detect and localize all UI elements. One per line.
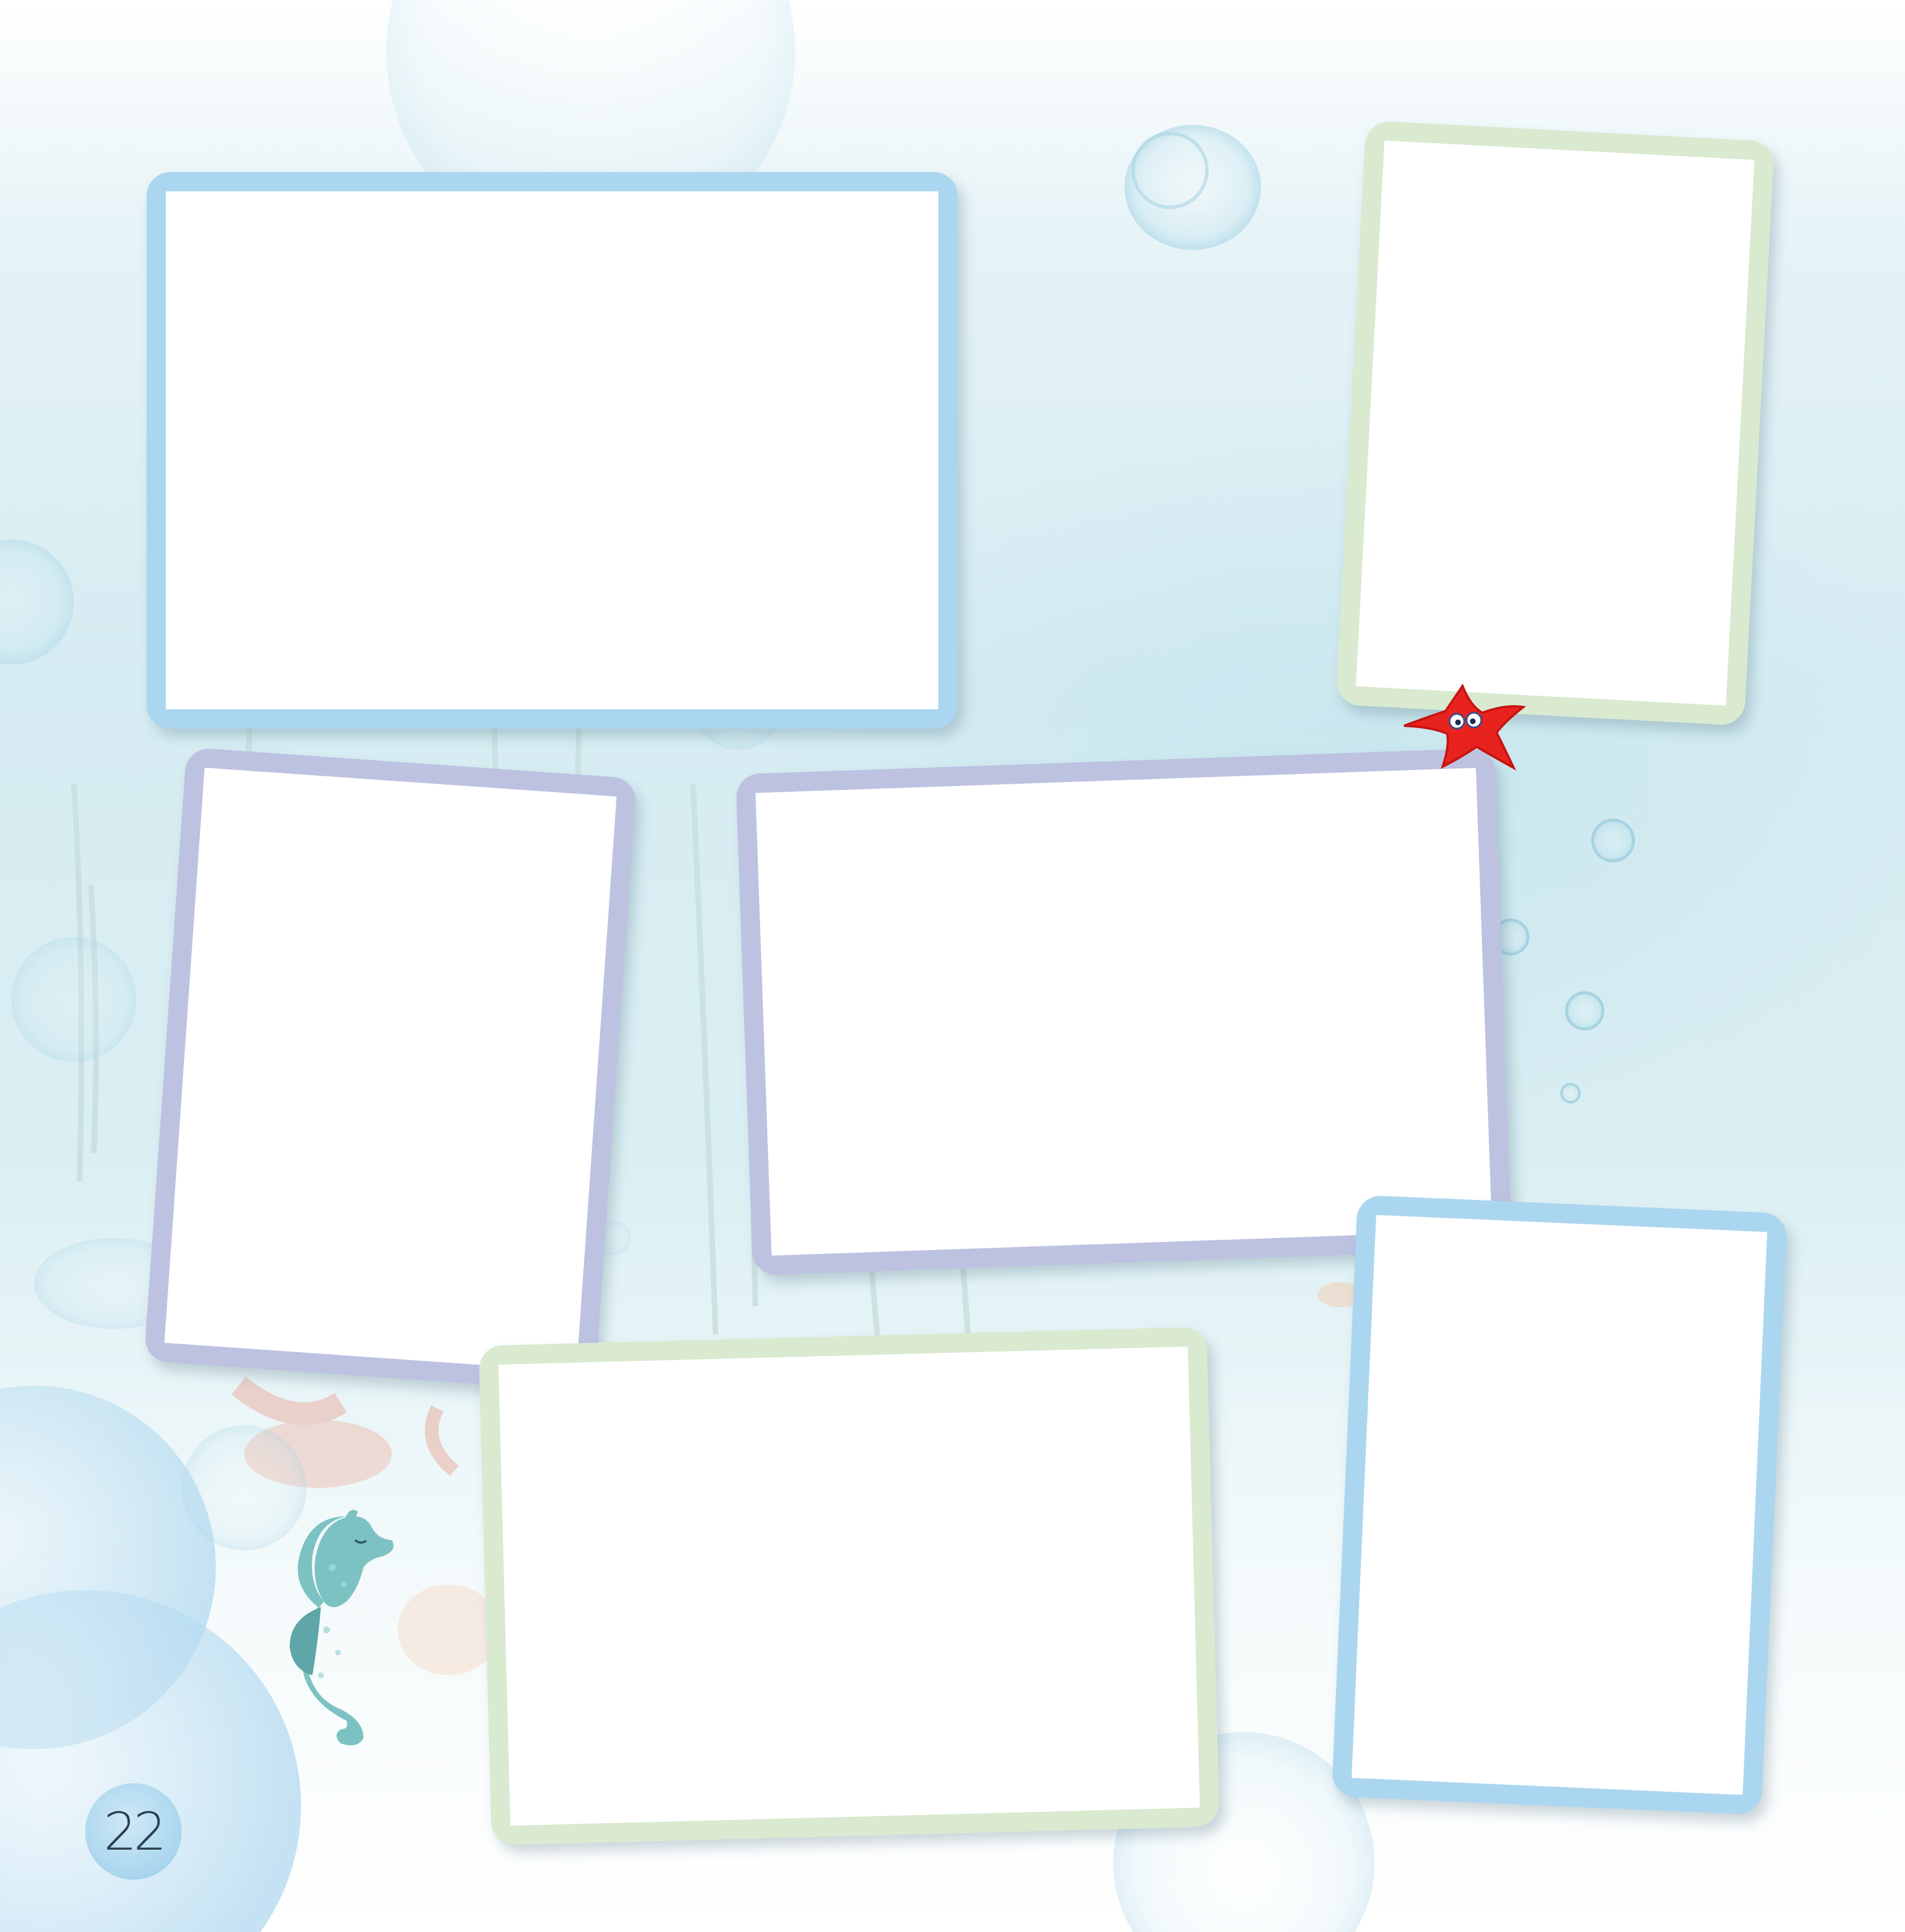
photo-slot[interactable] [755,768,1492,1256]
photo-frame-6[interactable] [478,1327,1220,1846]
photo-slot[interactable] [498,1346,1200,1826]
photo-frame-3[interactable] [144,747,637,1392]
photo-slot[interactable] [164,767,617,1372]
photo-frame-1[interactable] [147,172,958,729]
photo-slot[interactable] [166,191,938,709]
photo-frame-2[interactable] [1335,120,1775,726]
photo-slot[interactable] [1351,1215,1768,1795]
seahorse-icon [290,1509,394,1746]
page-number: 22 [85,1783,182,1880]
photo-frame-5[interactable] [1331,1194,1787,1816]
starfish-icon [1403,683,1526,771]
scrapbook-page: 22 [0,0,1905,1932]
photo-slot[interactable] [1356,140,1754,706]
